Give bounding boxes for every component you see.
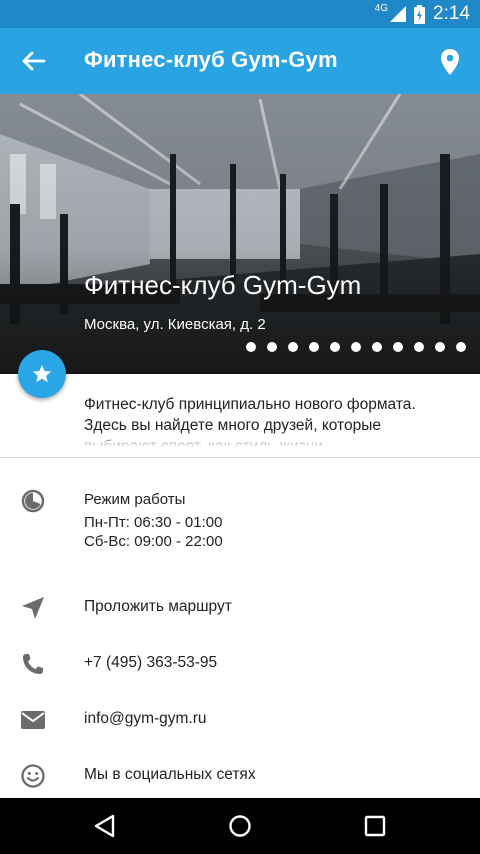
route-label: Проложить маршрут bbox=[84, 598, 232, 615]
hours-weekdays: Пн-Пт: 06:30 - 01:00 bbox=[84, 514, 223, 531]
smiley-icon bbox=[21, 764, 45, 788]
clock: 2:14 bbox=[433, 3, 470, 24]
system-nav-bar bbox=[0, 798, 480, 854]
toolbar-title: Фитнес-клуб Gym-Gym bbox=[84, 47, 338, 72]
phone-icon bbox=[23, 654, 43, 674]
nav-back-icon[interactable] bbox=[91, 812, 119, 840]
social-label: Мы в социальных сетях bbox=[84, 766, 256, 783]
divider bbox=[0, 457, 480, 458]
gallery-dot[interactable] bbox=[246, 342, 256, 352]
nav-home-icon[interactable] bbox=[226, 812, 254, 840]
hero-address: Москва, ул. Киевская, д. 2 bbox=[84, 316, 266, 333]
gallery-dot[interactable] bbox=[435, 342, 445, 352]
app-toolbar: Фитнес-клуб Gym-Gym bbox=[0, 28, 480, 94]
gallery-dot[interactable] bbox=[456, 342, 466, 352]
email-icon bbox=[21, 711, 45, 729]
phone-number: +7 (495) 363-53-95 bbox=[84, 654, 218, 671]
favorite-button[interactable] bbox=[18, 350, 66, 398]
hero-title: Фитнес-клуб Gym-Gym bbox=[84, 270, 362, 300]
gallery-dot[interactable] bbox=[330, 342, 340, 352]
social-row[interactable]: Мы в социальных сетях bbox=[0, 758, 480, 794]
signal-icon bbox=[390, 6, 407, 22]
description-fade bbox=[84, 430, 424, 448]
gallery-dot[interactable] bbox=[351, 342, 361, 352]
gallery-dot[interactable] bbox=[309, 342, 319, 352]
gallery-dot[interactable] bbox=[267, 342, 277, 352]
gallery-indicator bbox=[246, 342, 466, 352]
nav-recents-icon[interactable] bbox=[361, 812, 389, 840]
gallery-dot[interactable] bbox=[372, 342, 382, 352]
gallery-dot[interactable] bbox=[393, 342, 403, 352]
battery-icon bbox=[414, 4, 426, 24]
route-row[interactable]: Проложить маршрут bbox=[0, 590, 480, 626]
gallery-dot[interactable] bbox=[414, 342, 424, 352]
status-bar: 4G 2:14 bbox=[0, 0, 480, 28]
hero-gallery[interactable]: Фитнес-клуб Gym-Gym Москва, ул. Киевская… bbox=[0, 94, 480, 374]
hours-weekend: Сб-Вс: 09:00 - 22:00 bbox=[84, 533, 223, 550]
opening-hours: Режим работы Пн-Пт: 06:30 - 01:00 Сб-Вс:… bbox=[0, 484, 480, 554]
map-pin-icon[interactable] bbox=[438, 48, 462, 76]
email-address: info@gym-gym.ru bbox=[84, 710, 207, 727]
back-arrow-icon[interactable] bbox=[18, 46, 48, 76]
navigation-arrow-icon bbox=[22, 597, 44, 619]
star-icon bbox=[32, 364, 52, 383]
gallery-dot[interactable] bbox=[288, 342, 298, 352]
hours-label: Режим работы bbox=[84, 491, 186, 508]
clock-icon bbox=[21, 489, 45, 513]
phone-row[interactable]: +7 (495) 363-53-95 bbox=[0, 646, 480, 682]
email-row[interactable]: info@gym-gym.ru bbox=[0, 702, 480, 738]
network-type: 4G bbox=[374, 2, 389, 14]
